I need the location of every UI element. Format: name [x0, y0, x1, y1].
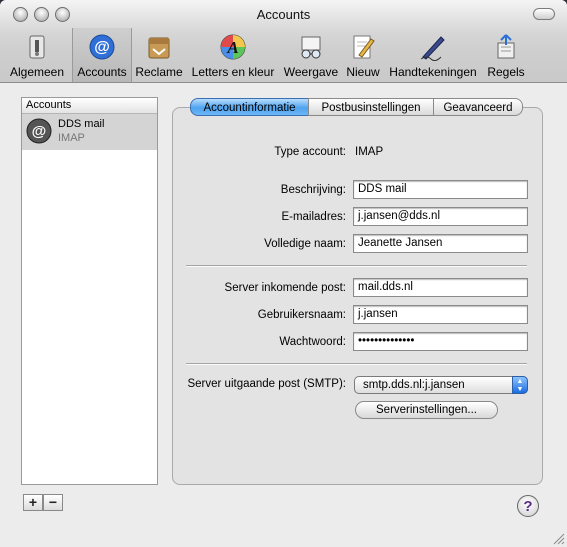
smtp-server-value: smtp.dds.nl:j.jansen	[363, 379, 465, 391]
toolbar-item-regels[interactable]: Regels	[484, 28, 528, 82]
at-sign-icon: @	[26, 118, 52, 144]
junk-mail-icon	[148, 37, 170, 59]
divider	[186, 363, 527, 365]
svg-text:@: @	[32, 123, 47, 140]
toolbar-label: Handtekeningen	[389, 65, 477, 79]
toolbar-item-reclame[interactable]: Reclame	[133, 28, 185, 82]
toolbar-item-nieuw[interactable]: Nieuw	[343, 28, 383, 82]
incoming-server-label: Server inkomende post:	[224, 282, 346, 294]
toolbar-item-handtekeningen[interactable]: Handtekeningen	[386, 28, 480, 82]
password-label: Wachtwoord:	[279, 336, 346, 348]
list-item[interactable]: @ DDS mail IMAP	[22, 114, 157, 150]
toolbar: Algemeen @ Accounts Reclame A Letters en…	[0, 28, 567, 82]
accounts-list[interactable]: Accounts @ DDS mail IMAP	[21, 97, 158, 485]
tab-geavanceerd[interactable]: Geavanceerd	[433, 98, 523, 116]
toolbar-toggle-button[interactable]	[533, 8, 555, 20]
account-type: IMAP	[58, 132, 85, 144]
toolbar-label: Regels	[487, 65, 525, 79]
toolbar-label: Nieuw	[346, 65, 380, 79]
toolbar-label: Weergave	[283, 65, 339, 79]
description-label: Beschrijving:	[280, 184, 346, 196]
help-button[interactable]: ?	[517, 495, 539, 517]
at-sign-icon: @	[89, 34, 115, 60]
email-field[interactable]: j.jansen@dds.nl	[353, 207, 528, 226]
toolbar-label: Accounts	[77, 65, 127, 79]
signature-pen-icon	[420, 36, 445, 61]
type-account-value: IMAP	[355, 146, 384, 158]
toolbar-label: Reclame	[135, 65, 183, 79]
server-settings-button[interactable]: Serverinstellingen...	[355, 401, 498, 419]
tab-accountinformatie[interactable]: Accountinformatie	[190, 98, 309, 116]
rules-arrows-icon	[497, 34, 515, 59]
email-label: E-mailadres:	[281, 211, 346, 223]
preferences-window: Accounts Algemeen @ Accounts Reclame A L…	[0, 0, 567, 547]
username-field[interactable]: j.jansen	[353, 305, 528, 324]
titlebar: Accounts Algemeen @ Accounts Reclame A L…	[0, 0, 567, 83]
resize-grip-icon[interactable]	[553, 533, 565, 545]
description-field[interactable]: DDS mail	[353, 180, 528, 199]
account-name: DDS mail	[58, 118, 105, 130]
smtp-server-popup[interactable]: smtp.dds.nl:j.jansen ▲ ▼	[354, 376, 528, 394]
tab-postbusinstellingen[interactable]: Postbusinstellingen	[308, 98, 434, 116]
incoming-server-field[interactable]: mail.dds.nl	[353, 278, 528, 297]
remove-account-button[interactable]: −	[43, 494, 63, 511]
username-label: Gebruikersnaam:	[257, 309, 346, 321]
type-account-label: Type account:	[274, 146, 346, 158]
viewing-glasses-icon	[301, 36, 321, 59]
toolbar-item-accounts[interactable]: @ Accounts	[72, 28, 132, 82]
toolbar-label: Letters en kleur	[191, 65, 275, 79]
composing-pencil-icon	[353, 35, 375, 59]
smtp-server-label: Server uitgaande post (SMTP):	[187, 378, 346, 390]
toolbar-label: Algemeen	[9, 65, 65, 79]
svg-text:A: A	[226, 38, 238, 57]
toolbar-item-weergave[interactable]: Weergave	[283, 28, 339, 82]
add-account-button[interactable]: +	[23, 494, 43, 511]
general-switch-icon	[29, 35, 45, 59]
toolbar-item-letters-en-kleur[interactable]: A Letters en kleur	[188, 28, 278, 82]
fonts-colors-icon: A	[220, 34, 246, 60]
divider	[186, 265, 527, 267]
toolbar-item-algemeen[interactable]: Algemeen	[6, 28, 68, 82]
full-name-label: Volledige naam:	[264, 238, 346, 250]
popup-arrows-icon: ▲ ▼	[512, 376, 528, 394]
full-name-field[interactable]: Jeanette Jansen	[353, 234, 528, 253]
window-title: Accounts	[256, 7, 311, 22]
password-field[interactable]: ••••••••••••••	[353, 332, 528, 351]
svg-text:@: @	[94, 39, 110, 56]
accounts-list-header: Accounts	[22, 98, 157, 114]
